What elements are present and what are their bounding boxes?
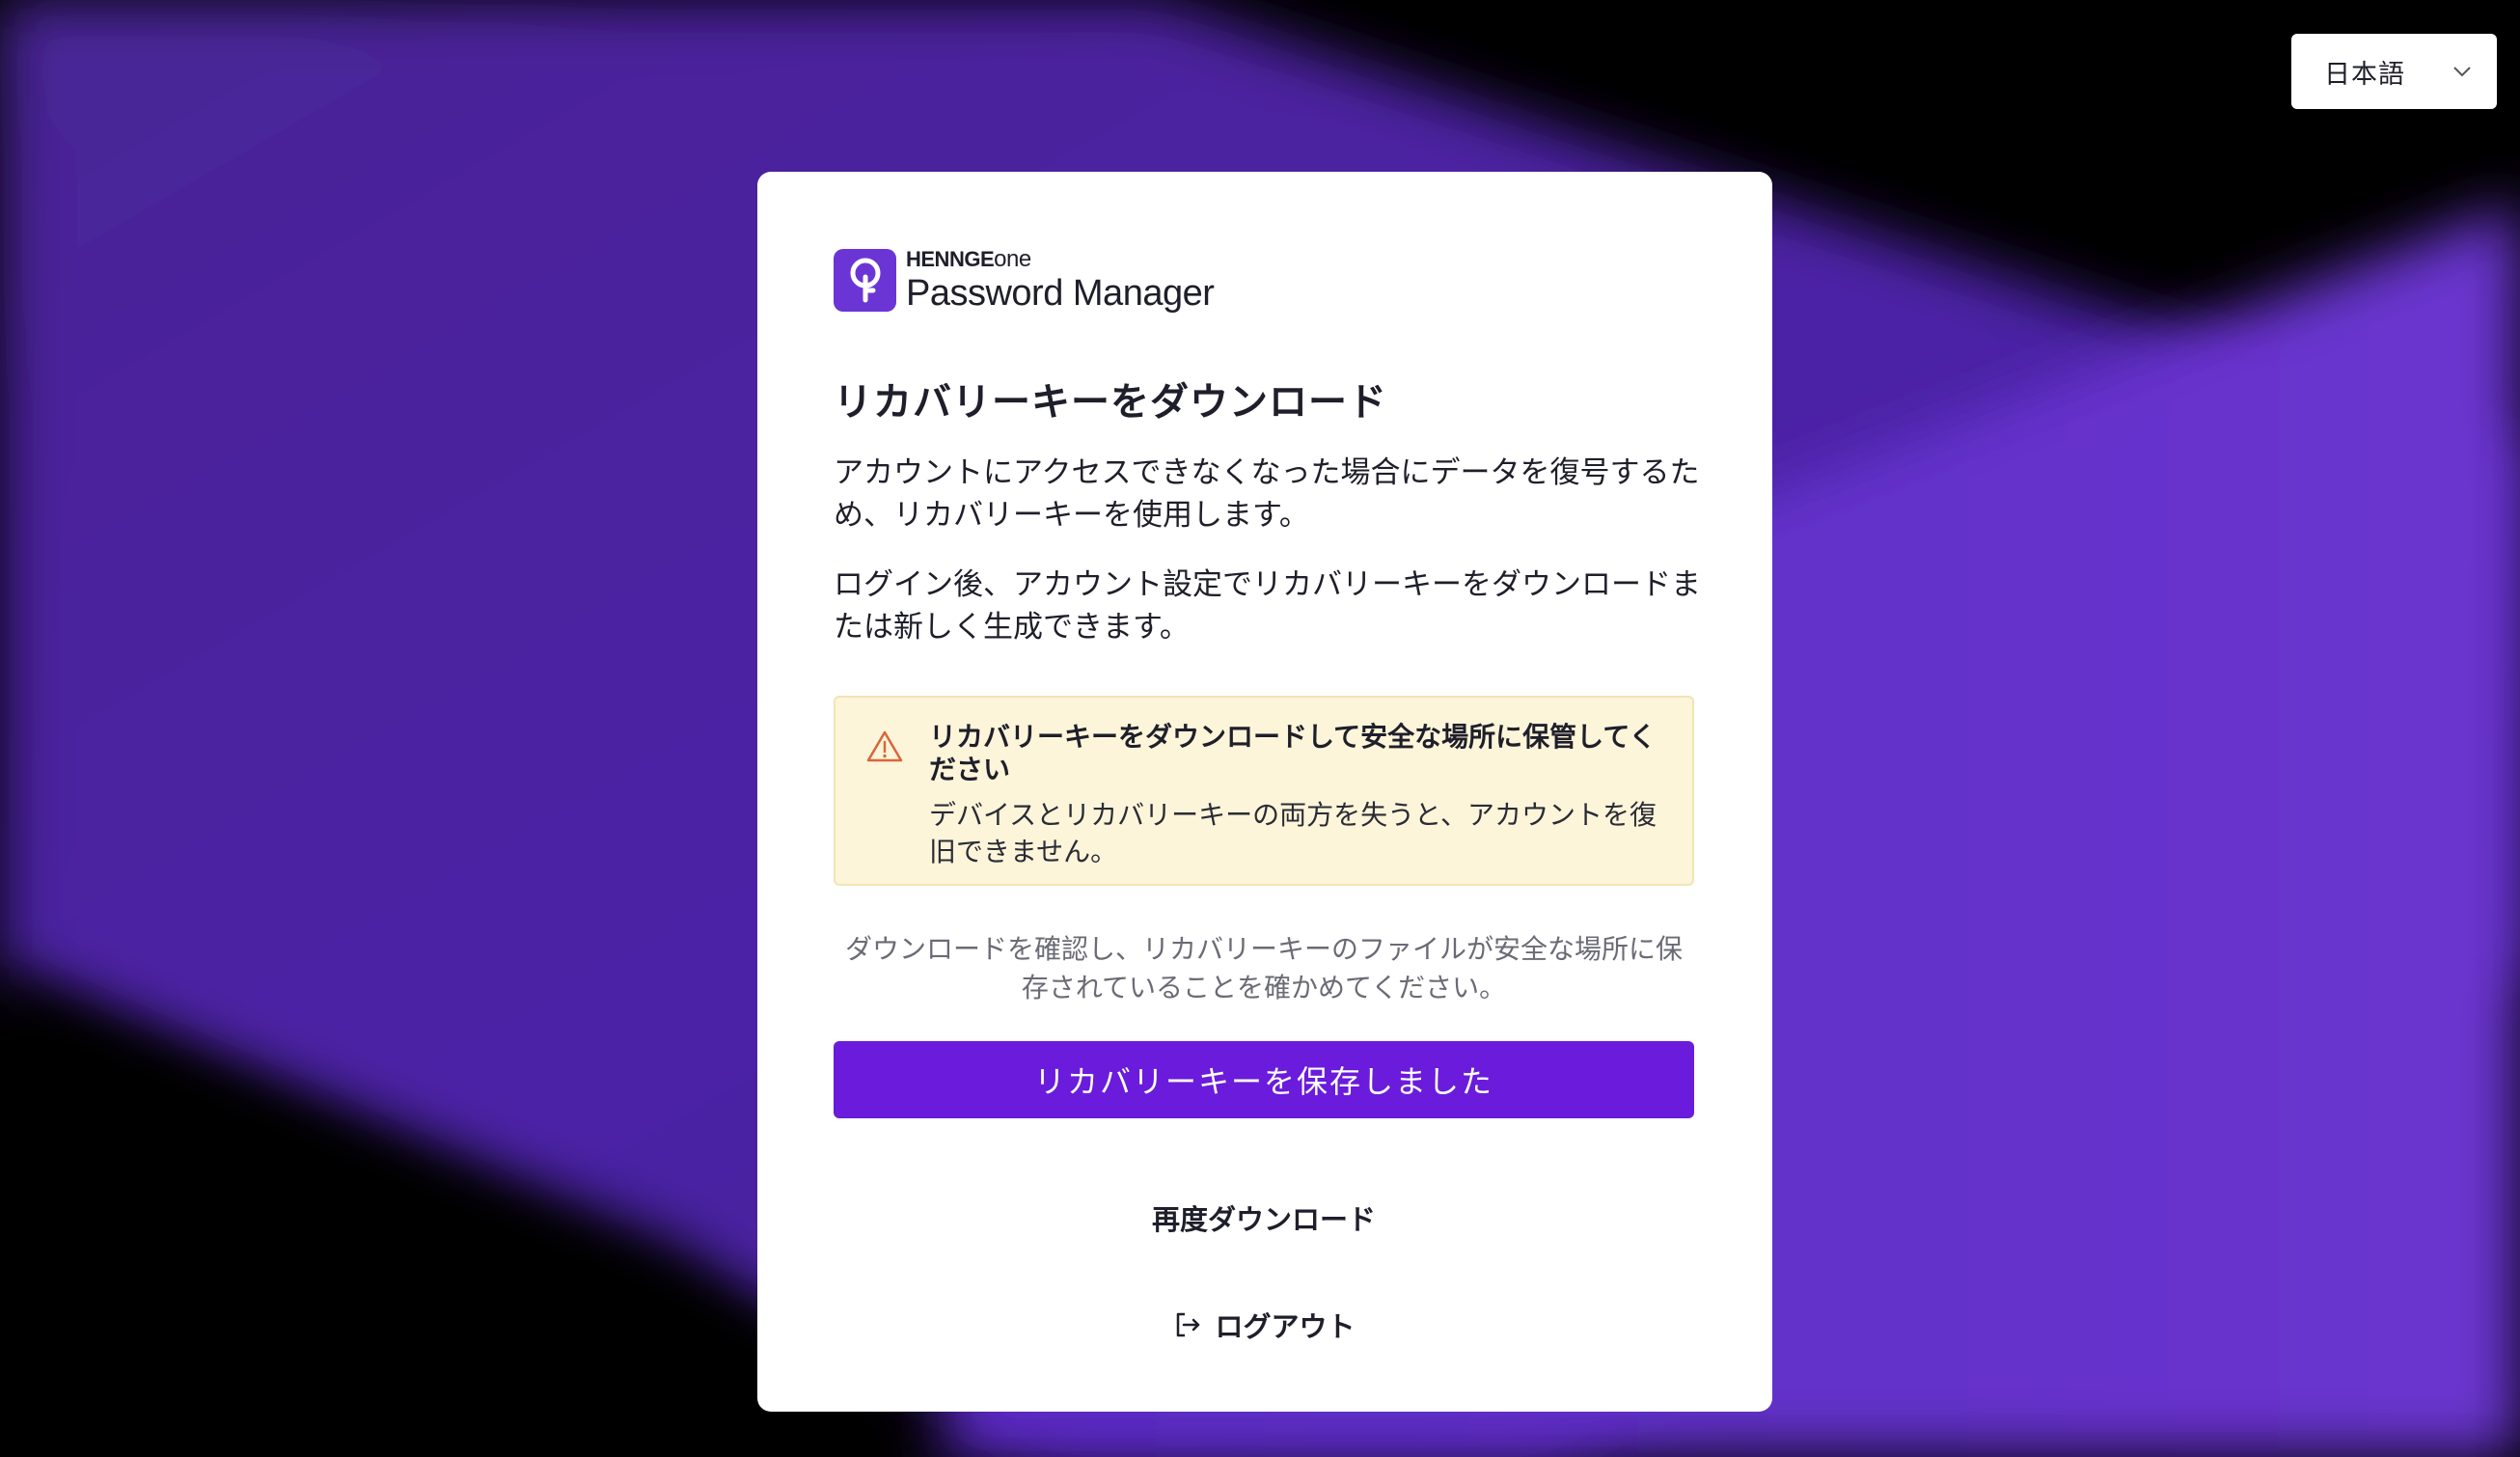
language-select[interactable]: 日本語 <box>2291 34 2497 109</box>
logout-icon <box>1177 1312 1200 1337</box>
logo-text: HENNGEone Password Manager <box>906 248 1215 314</box>
page-title: リカバリーキーをダウンロード <box>834 380 1387 425</box>
logout-label: ログアウト <box>1215 1310 1356 1343</box>
redownload-label: 再度ダウンロード <box>1151 1203 1376 1236</box>
brand-name: HENNGE <box>906 247 995 271</box>
warning-alert: リカバリーキーをダウンロードして安全な場所に保管してください デバイスとリカバリ… <box>834 696 1694 886</box>
product-logo: HENNGEone Password Manager <box>834 248 1215 314</box>
brand-top: HENNGEone <box>906 248 1214 271</box>
description-paragraph-1: アカウントにアクセスできなくなった場合にデータを復号するため、リカバリーキーを使… <box>834 455 1700 533</box>
alert-title: リカバリーキーをダウンロードして安全な場所に保管してください <box>929 721 1657 785</box>
chevron-down-icon <box>2453 67 2471 77</box>
logo-mark <box>834 248 896 312</box>
logout-button[interactable]: ログアウト <box>834 1296 1694 1354</box>
product-name: Password Manager <box>906 273 1215 314</box>
redownload-button[interactable]: 再度ダウンロード <box>834 1189 1694 1247</box>
recovery-key-card: HENNGEone Password Manager リカバリーキーをダウンロー… <box>757 172 1772 1412</box>
description-paragraph-2: ログイン後、アカウント設定でリカバリーキーをダウンロードまたは新しく生成できます… <box>834 567 1701 645</box>
confirm-instruction: ダウンロードを確認し、リカバリーキーのファイルが安全な場所に保存されていることを… <box>844 933 1683 1003</box>
language-select-value: 日本語 <box>2324 59 2405 90</box>
warning-icon <box>866 730 903 762</box>
brand-suffix: one <box>994 246 1031 272</box>
alert-body: デバイスとリカバリーキーの両方を失うと、アカウントを復旧できません。 <box>929 799 1657 867</box>
key-icon <box>850 258 880 303</box>
saved-recovery-key-button[interactable]: リカバリーキーを保存しました <box>834 1041 1694 1118</box>
